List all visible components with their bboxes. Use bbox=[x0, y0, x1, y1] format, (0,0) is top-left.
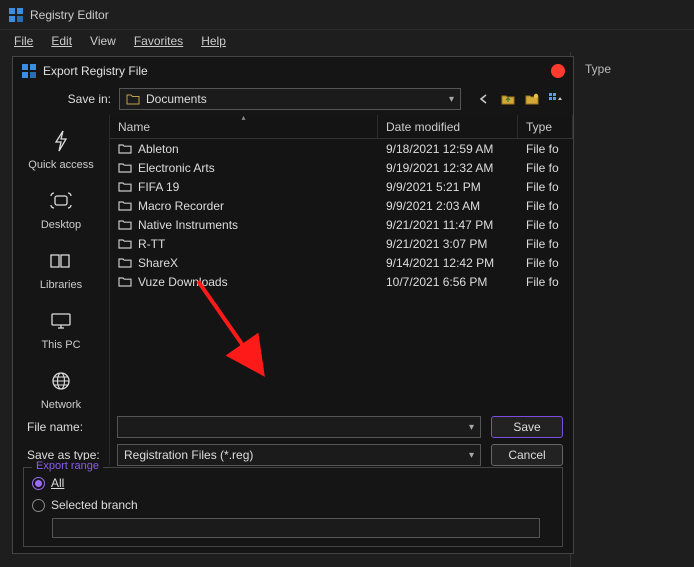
folder-icon bbox=[118, 143, 132, 154]
regedit-icon bbox=[21, 63, 37, 79]
table-row[interactable]: R-TT 9/21/2021 3:07 PMFile fo bbox=[110, 234, 573, 253]
export-range-group: Export range All Selected branch bbox=[23, 467, 563, 547]
filetype-row: Save as type: Registration Files (*.reg)… bbox=[23, 441, 563, 469]
table-row[interactable]: Native Instruments 9/21/2021 11:47 PMFile… bbox=[110, 215, 573, 234]
folder-icon bbox=[126, 93, 140, 105]
table-row[interactable]: Ableton 9/18/2021 12:59 AMFile fo bbox=[110, 139, 573, 158]
table-row[interactable]: FIFA 19 9/9/2021 5:21 PMFile fo bbox=[110, 177, 573, 196]
file-type: File fo bbox=[518, 199, 573, 213]
nav-libraries[interactable]: Libraries bbox=[17, 241, 105, 299]
radio-icon-selected bbox=[32, 477, 45, 490]
menubar: File Edit View Favorites Help bbox=[0, 30, 694, 52]
file-type: File fo bbox=[518, 237, 573, 251]
file-name: R-TT bbox=[138, 237, 165, 251]
filename-label: File name: bbox=[23, 420, 107, 434]
folder-icon bbox=[118, 181, 132, 192]
file-date: 9/19/2021 12:32 AM bbox=[378, 161, 518, 175]
menu-favorites[interactable]: Favorites bbox=[126, 32, 191, 50]
column-header-date[interactable]: Date modified bbox=[378, 115, 518, 138]
menu-view[interactable]: View bbox=[82, 32, 124, 50]
file-rows: Ableton9/18/2021 12:59 AMFile foElectron… bbox=[110, 139, 573, 291]
back-icon[interactable] bbox=[475, 90, 493, 108]
file-date: 9/9/2021 5:21 PM bbox=[378, 180, 518, 194]
nav-this-pc[interactable]: This PC bbox=[17, 301, 105, 359]
menu-file[interactable]: File bbox=[6, 32, 41, 50]
list-header: Name ▴ Date modified Type bbox=[110, 115, 573, 139]
nav-desktop[interactable]: Desktop bbox=[17, 181, 105, 239]
app-title: Registry Editor bbox=[30, 8, 109, 22]
app-titlebar: Registry Editor bbox=[0, 0, 694, 30]
regedit-icon bbox=[8, 7, 24, 23]
desktop-icon bbox=[47, 187, 75, 215]
up-folder-icon[interactable] bbox=[499, 90, 517, 108]
column-header-type[interactable]: Type bbox=[518, 115, 573, 138]
save-in-combo[interactable]: Documents ▾ bbox=[119, 88, 461, 110]
file-name: Native Instruments bbox=[138, 218, 238, 232]
file-type: File fo bbox=[518, 142, 573, 156]
filename-row: File name: ▾ Save bbox=[23, 413, 563, 441]
folder-icon bbox=[118, 276, 132, 287]
cancel-button[interactable]: Cancel bbox=[491, 444, 563, 466]
radio-selected-branch[interactable]: Selected branch bbox=[32, 494, 554, 516]
file-name: FIFA 19 bbox=[138, 180, 179, 194]
folder-icon bbox=[118, 219, 132, 230]
menu-edit[interactable]: Edit bbox=[43, 32, 80, 50]
file-type: File fo bbox=[518, 161, 573, 175]
folder-icon bbox=[118, 238, 132, 249]
file-date: 9/18/2021 12:59 AM bbox=[378, 142, 518, 156]
file-date: 9/21/2021 3:07 PM bbox=[378, 237, 518, 251]
file-date: 10/7/2021 6:56 PM bbox=[378, 275, 518, 289]
file-date: 9/14/2021 12:42 PM bbox=[378, 256, 518, 270]
column-header-type[interactable]: Type bbox=[577, 58, 688, 80]
file-name: Macro Recorder bbox=[138, 199, 224, 213]
file-type: File fo bbox=[518, 218, 573, 232]
annotation-dot bbox=[551, 64, 565, 78]
table-row[interactable]: Electronic Arts 9/19/2021 12:32 AMFile fo bbox=[110, 158, 573, 177]
folder-icon bbox=[118, 200, 132, 211]
radio-all[interactable]: All bbox=[32, 472, 554, 494]
table-row[interactable]: Macro Recorder 9/9/2021 2:03 AMFile fo bbox=[110, 196, 573, 215]
libraries-icon bbox=[47, 247, 75, 275]
folder-icon bbox=[118, 257, 132, 268]
globe-icon bbox=[47, 367, 75, 395]
save-in-label: Save in: bbox=[21, 92, 111, 106]
new-folder-icon[interactable] bbox=[523, 90, 541, 108]
nav-quick-access[interactable]: Quick access bbox=[17, 121, 105, 179]
save-in-row: Save in: Documents ▾ bbox=[13, 85, 573, 115]
chevron-down-icon: ▾ bbox=[469, 450, 474, 461]
view-menu-icon[interactable] bbox=[547, 90, 565, 108]
save-button[interactable]: Save bbox=[491, 416, 563, 438]
table-row[interactable]: ShareX 9/14/2021 12:42 PMFile fo bbox=[110, 253, 573, 272]
file-type: File fo bbox=[518, 275, 573, 289]
file-name: ShareX bbox=[138, 256, 178, 270]
export-dialog: Export Registry File Save in: Documents … bbox=[12, 56, 574, 554]
column-header-name[interactable]: Name ▴ bbox=[110, 115, 378, 138]
file-name: Ableton bbox=[138, 142, 179, 156]
folder-icon bbox=[118, 162, 132, 173]
file-type: File fo bbox=[518, 256, 573, 270]
list-panel: Type bbox=[570, 52, 694, 567]
filename-input[interactable]: ▾ bbox=[117, 416, 481, 438]
file-name: Vuze Downloads bbox=[138, 275, 228, 289]
radio-icon bbox=[32, 499, 45, 512]
menu-help[interactable]: Help bbox=[193, 32, 234, 50]
toolbar-icons bbox=[469, 90, 565, 108]
save-in-value: Documents bbox=[146, 92, 207, 106]
dialog-title: Export Registry File bbox=[43, 64, 148, 78]
file-type: File fo bbox=[518, 180, 573, 194]
file-date: 9/9/2021 2:03 AM bbox=[378, 199, 518, 213]
chevron-down-icon: ▾ bbox=[469, 422, 474, 433]
dialog-titlebar: Export Registry File bbox=[13, 57, 573, 85]
export-range-legend: Export range bbox=[32, 460, 103, 472]
file-name: Electronic Arts bbox=[138, 161, 215, 175]
lightning-icon bbox=[47, 127, 75, 155]
sort-asc-icon: ▴ bbox=[241, 113, 245, 122]
table-row[interactable]: Vuze Downloads 10/7/2021 6:56 PMFile fo bbox=[110, 272, 573, 291]
chevron-down-icon: ▾ bbox=[449, 94, 454, 105]
branch-input[interactable] bbox=[52, 518, 540, 538]
pc-icon bbox=[47, 307, 75, 335]
file-date: 9/21/2021 11:47 PM bbox=[378, 218, 518, 232]
filetype-combo[interactable]: Registration Files (*.reg) ▾ bbox=[117, 444, 481, 466]
